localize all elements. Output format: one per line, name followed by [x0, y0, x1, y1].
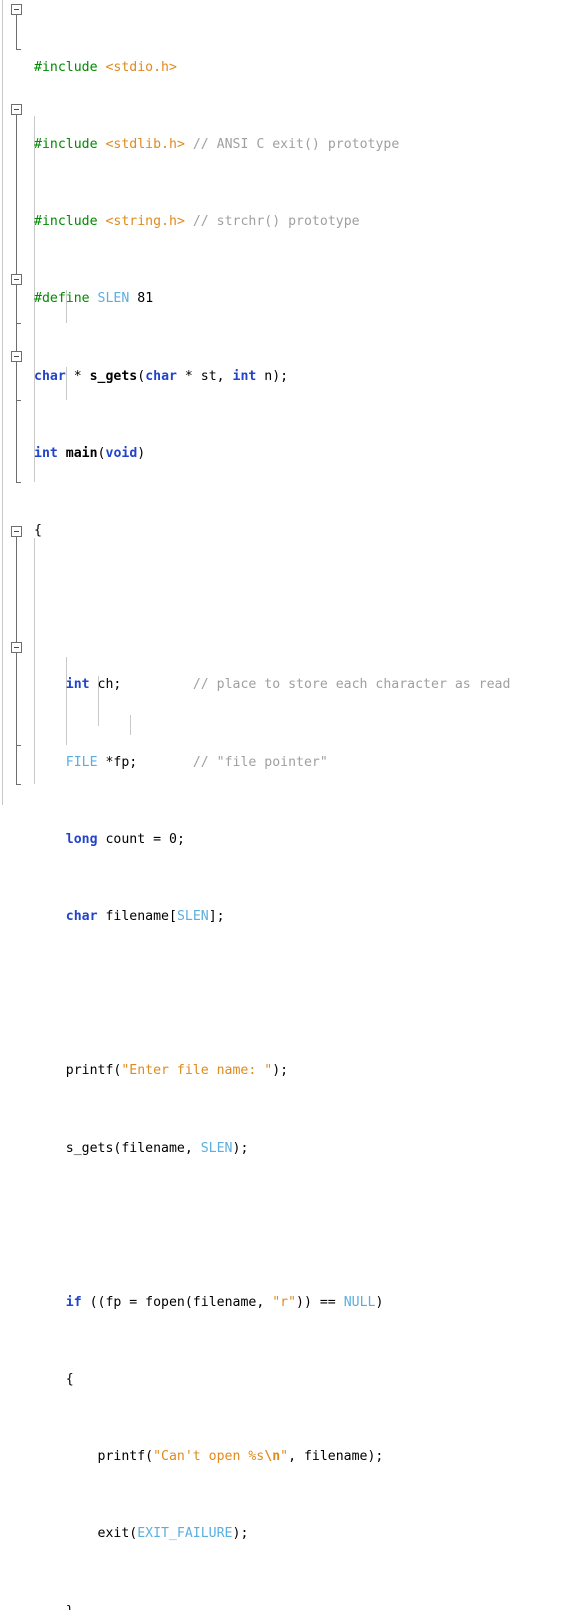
code-line[interactable]: #include <string.h> // strchr() prototyp… — [28, 212, 581, 231]
code-editor[interactable]: #include <stdio.h> #include <stdlib.h> /… — [0, 0, 581, 1610]
fold-line-main — [16, 115, 17, 482]
token-number: 0 — [169, 831, 177, 847]
code-line[interactable]: char filename[SLEN]; — [28, 907, 581, 926]
token-preprocessor: #include — [34, 59, 98, 75]
token-comment: // "file pointer" — [192, 754, 328, 770]
token-macro: SLEN — [176, 908, 209, 924]
code-line[interactable]: exit(EXIT_FAILURE); — [28, 1524, 581, 1543]
fold-end-main — [16, 482, 21, 483]
token-macro: EXIT_FAILURE — [137, 1526, 233, 1542]
fold-end-if — [16, 323, 21, 324]
code-line[interactable]: { — [28, 521, 581, 540]
fold-line-includes — [16, 15, 17, 49]
token-string: "r" — [272, 1294, 297, 1310]
token-string: "Can't open %s\n" — [153, 1449, 289, 1465]
code-line[interactable]: #include <stdio.h> — [28, 58, 581, 77]
fold-end-sgets — [16, 784, 21, 785]
token-function: s_gets — [89, 368, 138, 384]
fold-toggle-includes[interactable] — [11, 4, 22, 15]
fold-toggle-main[interactable] — [11, 104, 22, 115]
token-macro: SLEN — [97, 291, 130, 307]
code-line[interactable]: #include <stdlib.h> // ANSI C exit() pro… — [28, 135, 581, 154]
token-header: <string.h> — [105, 214, 185, 230]
fold-line-sgets — [16, 537, 17, 784]
code-line[interactable]: FILE *fp; // "file pointer" — [28, 753, 581, 772]
code-line[interactable]: long count = 0; — [28, 830, 581, 849]
fold-end-while — [16, 400, 21, 401]
token-header: <stdio.h> — [105, 59, 177, 75]
code-line[interactable]: int main(void) — [28, 444, 581, 463]
code-line[interactable]: if ((fp = fopen(filename, "r")) == NULL) — [28, 1293, 581, 1312]
token-keyword: int — [232, 368, 257, 384]
token-macro: SLEN — [200, 1140, 233, 1156]
token-preprocessor: #include — [34, 214, 98, 230]
code-content[interactable]: #include <stdio.h> #include <stdlib.h> /… — [28, 0, 581, 1610]
fold-toggle-while[interactable] — [11, 351, 22, 362]
fold-toggle-inner-if[interactable] — [11, 642, 22, 653]
token-comment: // place to store each character as read — [192, 677, 511, 693]
code-line[interactable]: s_gets(filename, SLEN); — [28, 1139, 581, 1158]
code-line[interactable]: int ch; // place to store each character… — [28, 675, 581, 694]
token-keyword: if — [65, 1294, 82, 1310]
code-line[interactable]: char * s_gets(char * st, int n); — [28, 367, 581, 386]
code-line[interactable]: { — [28, 1370, 581, 1389]
token-keyword: char — [34, 368, 66, 384]
gutter-divider — [2, 0, 3, 805]
token-preprocessor: #define — [34, 291, 90, 307]
token-macro: FILE — [65, 754, 98, 770]
code-line[interactable]: printf("Enter file name: "); — [28, 1061, 581, 1080]
token-keyword: char — [145, 368, 177, 384]
token-keyword: void — [105, 445, 138, 461]
token-keyword: int — [65, 677, 90, 693]
code-line[interactable]: #define SLEN 81 — [28, 289, 581, 308]
token-header: <stdlib.h> — [105, 137, 185, 153]
code-line[interactable] — [28, 984, 581, 1003]
token-keyword: char — [65, 908, 98, 924]
token-comment: // strchr() prototype — [192, 214, 360, 230]
fold-end-includes — [16, 49, 21, 50]
code-line[interactable]: printf("Can't open %s\n", filename); — [28, 1447, 581, 1466]
token-macro: NULL — [343, 1294, 376, 1310]
token-keyword: long — [65, 831, 98, 847]
token-escape: \n — [264, 1449, 281, 1465]
token-number: 81 — [137, 291, 154, 307]
token-string: "Enter file name: " — [121, 1063, 273, 1079]
fold-toggle-sgets[interactable] — [11, 526, 22, 537]
code-line[interactable] — [28, 1216, 581, 1235]
token-comment: // ANSI C exit() prototype — [192, 137, 400, 153]
token-preprocessor: #include — [34, 137, 98, 153]
fold-toggle-if[interactable] — [11, 274, 22, 285]
fold-gutter[interactable] — [0, 0, 28, 805]
code-line[interactable] — [28, 598, 581, 617]
code-line[interactable]: } — [28, 1602, 581, 1610]
token-keyword: int — [34, 445, 58, 461]
token-function: main — [65, 445, 98, 461]
fold-end-inner-if — [16, 745, 21, 746]
